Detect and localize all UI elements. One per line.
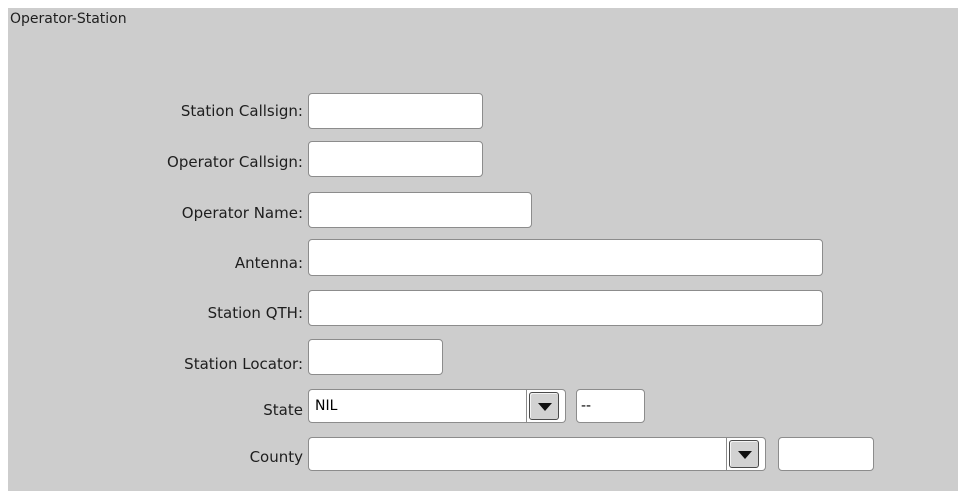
chevron-down-icon [738,451,752,459]
state-label: State [263,401,303,419]
operator-callsign-input[interactable] [308,141,483,177]
station-locator-label: Station Locator: [184,355,303,373]
operator-name-label: Operator Name: [181,204,303,222]
station-qth-label: Station QTH: [207,304,303,322]
antenna-input[interactable] [308,239,823,276]
panel-title: Operator-Station [10,11,127,27]
county-label: County [249,448,303,466]
antenna-label: Antenna: [234,254,303,272]
state-dropdown-button[interactable] [526,389,566,423]
station-callsign-input[interactable] [308,93,483,129]
station-callsign-label: Station Callsign: [180,102,303,120]
operator-callsign-label: Operator Callsign: [167,153,303,171]
station-locator-input[interactable] [308,339,443,375]
state-code-input[interactable] [576,389,645,423]
operator-name-input[interactable] [308,192,532,228]
county-code-input[interactable] [778,437,874,471]
station-qth-input[interactable] [308,290,823,326]
chevron-down-icon [538,403,552,411]
state-select[interactable]: NIL [308,389,526,423]
county-select[interactable] [308,437,726,471]
county-dropdown-button[interactable] [726,437,766,471]
operator-station-panel: Operator-Station Station Callsign: Opera… [8,8,958,491]
state-select-value: NIL [315,398,338,414]
